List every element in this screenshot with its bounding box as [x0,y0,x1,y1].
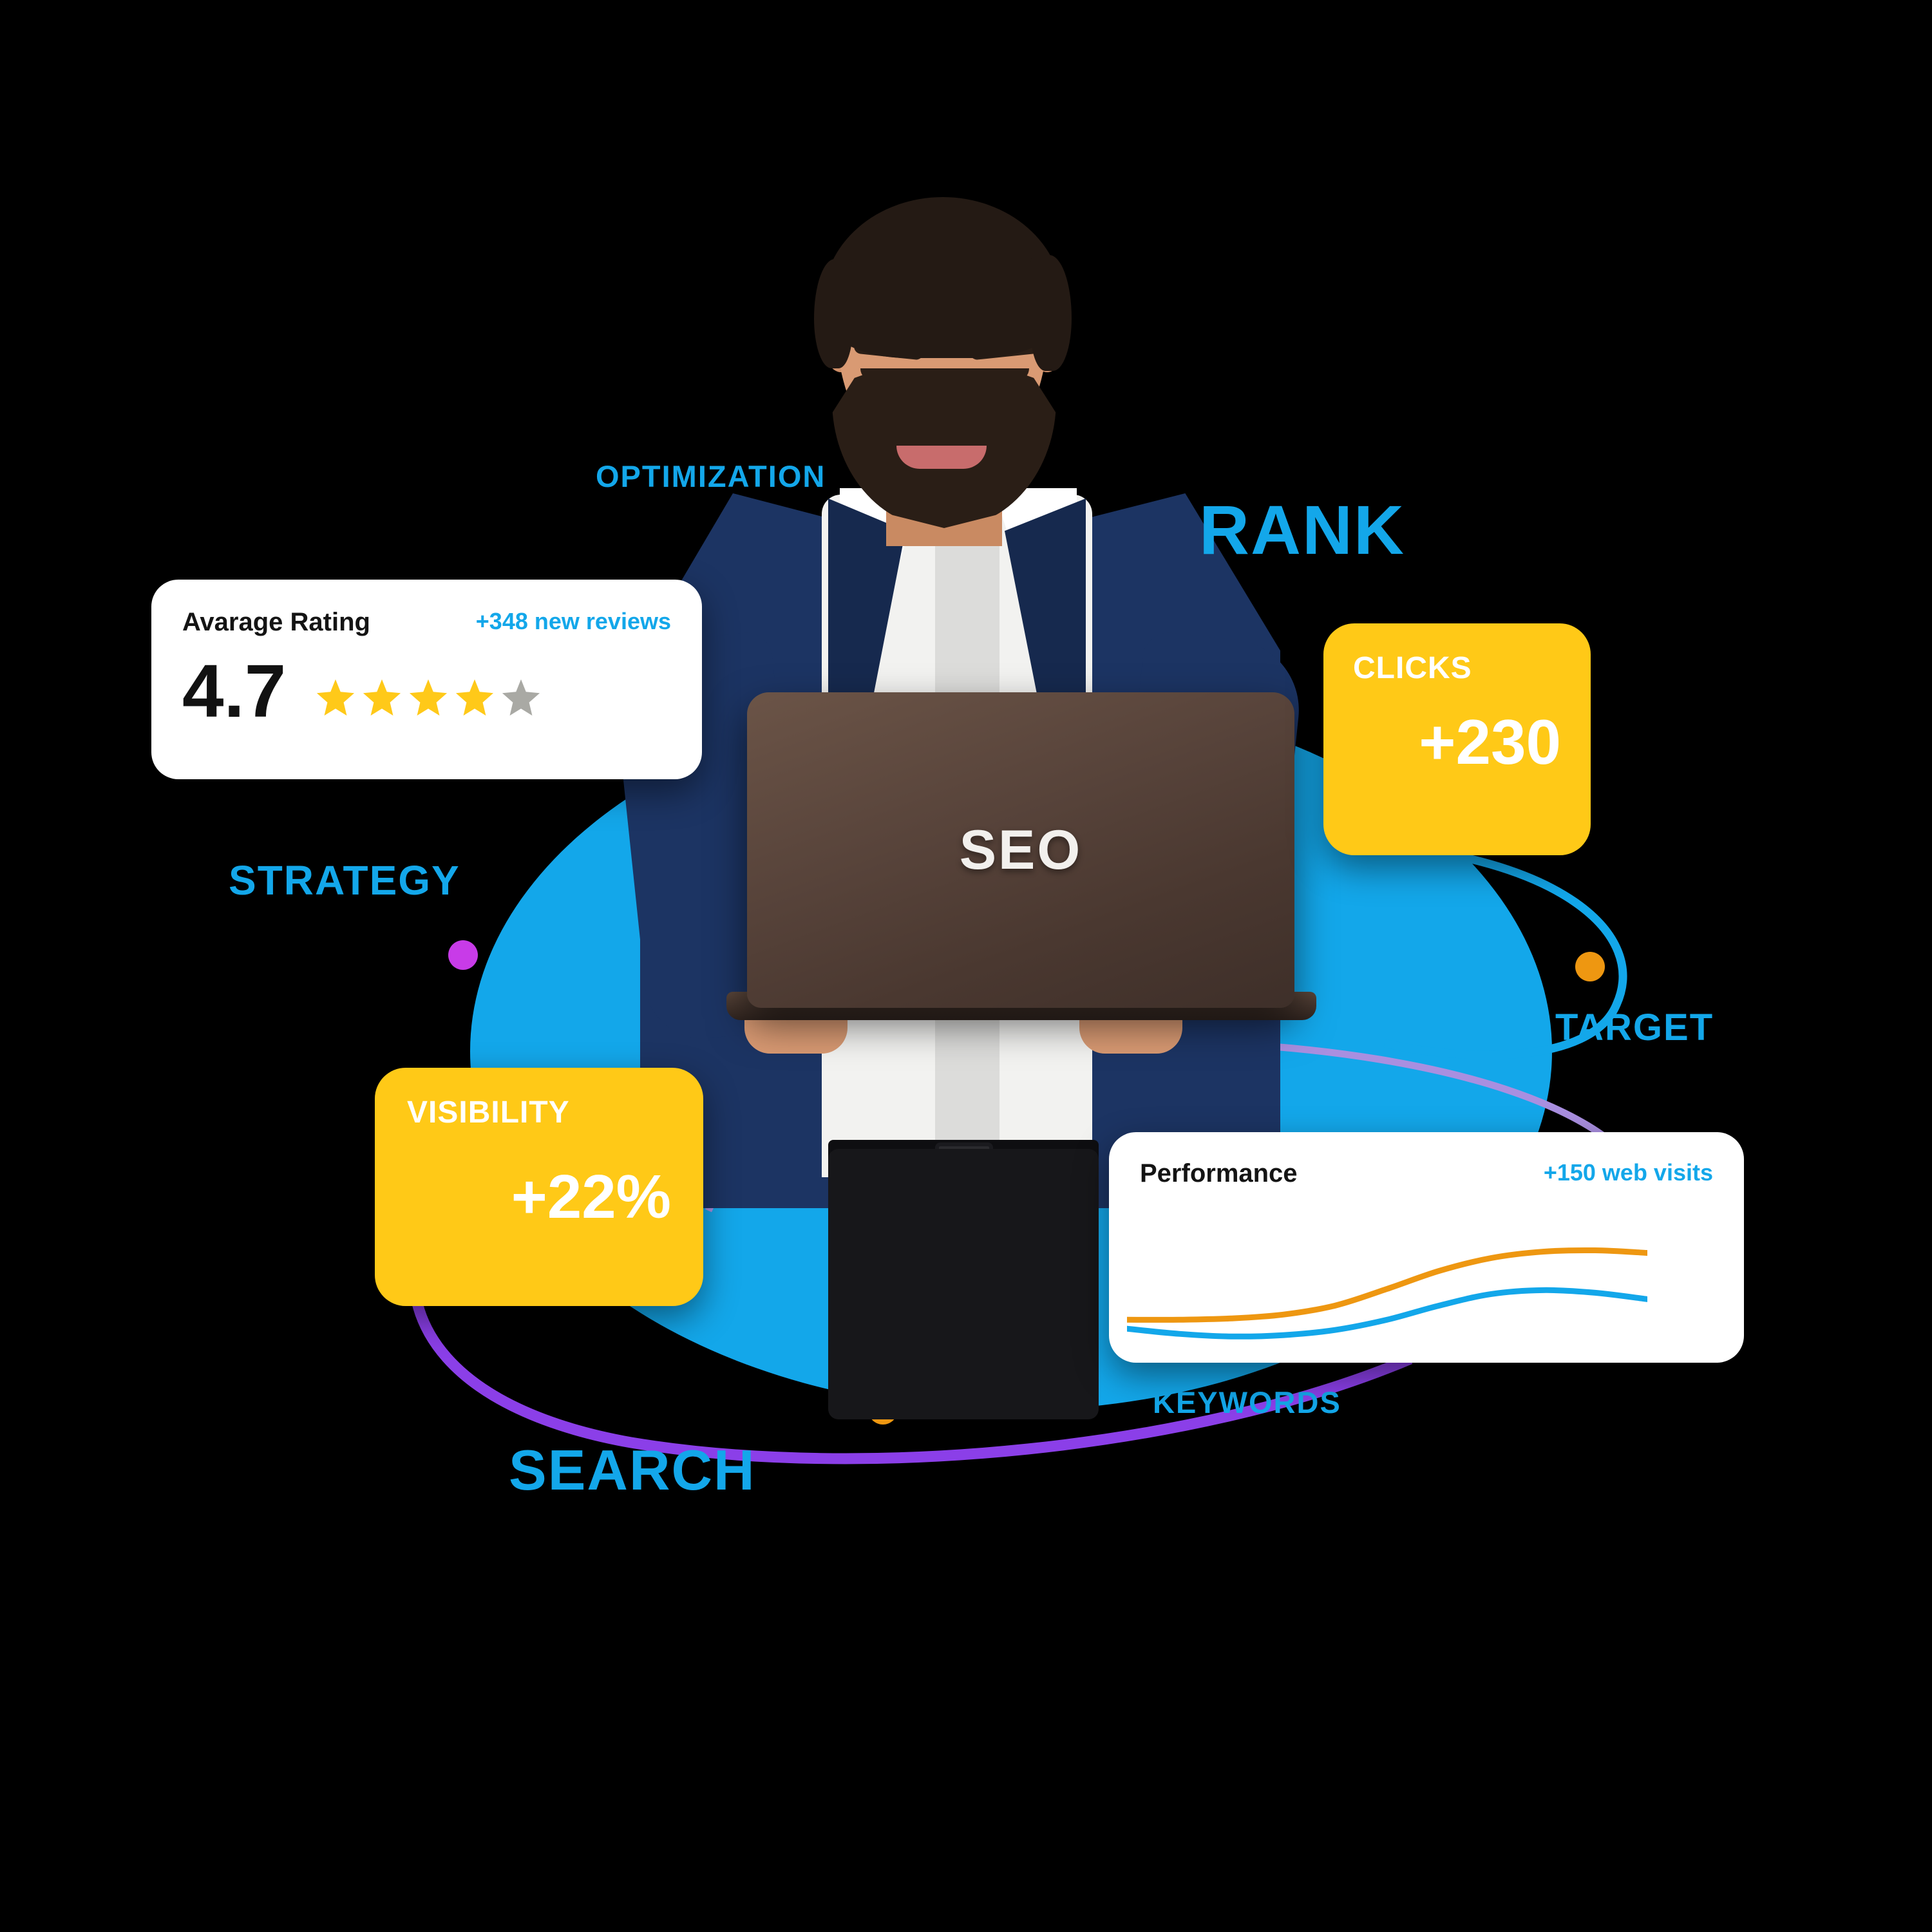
performance-card-header: Performance +150 web visits [1140,1159,1713,1188]
star-filled-icon[interactable] [316,677,355,717]
label-optimization: OPTIMIZATION [596,459,826,493]
rating-value: 4.7 [182,649,287,733]
star-filled-icon[interactable] [408,677,448,717]
node-dot-strategy [448,940,478,970]
clicks-card[interactable]: CLICKS +230 [1323,623,1591,855]
label-rank: RANK [1199,491,1405,569]
laptop-lid: SEO [747,692,1294,1008]
mouth [896,446,987,469]
label-search: SEARCH [509,1438,756,1502]
clicks-card-value: +230 [1419,706,1561,777]
node-dot-target [1575,952,1605,981]
clicks-card-label: CLICKS [1353,651,1472,685]
rating-value-row: 4.7 [182,654,671,728]
star-empty-icon[interactable] [501,677,541,717]
average-rating-card[interactable]: Avarage Rating +348 new reviews 4.7 [151,580,702,779]
trousers [828,1149,1099,1419]
chart-line-sessions [1127,1290,1647,1336]
performance-card-badge: +150 web visits [1543,1159,1713,1186]
chart-line-web [1127,1250,1647,1320]
label-target: TARGET [1555,1007,1714,1048]
rating-card-header: Avarage Rating +348 new reviews [182,608,671,637]
hair [814,197,1072,371]
performance-line-chart [1127,1216,1647,1351]
rating-card-title: Avarage Rating [182,608,370,636]
visibility-card-value: +22% [511,1162,671,1231]
star-filled-icon[interactable] [362,677,402,717]
performance-card[interactable]: Performance +150 web visits [1109,1132,1744,1363]
visibility-card-label: VISIBILITY [407,1095,570,1130]
rating-card-badge: +348 new reviews [475,608,671,634]
laptop-seo-logo: SEO [959,819,1083,881]
label-keywords: KEYWORDS [1153,1385,1341,1419]
performance-card-title: Performance [1140,1159,1298,1188]
visibility-card[interactable]: VISIBILITY +22% [375,1068,703,1306]
star-rating[interactable] [316,677,541,717]
seo-hero-graphic: SEO OPTIMIZATION RANK STRATEGY TARGET KE… [0,0,1932,1932]
star-filled-icon[interactable] [455,677,495,717]
label-strategy: STRATEGY [229,857,460,904]
